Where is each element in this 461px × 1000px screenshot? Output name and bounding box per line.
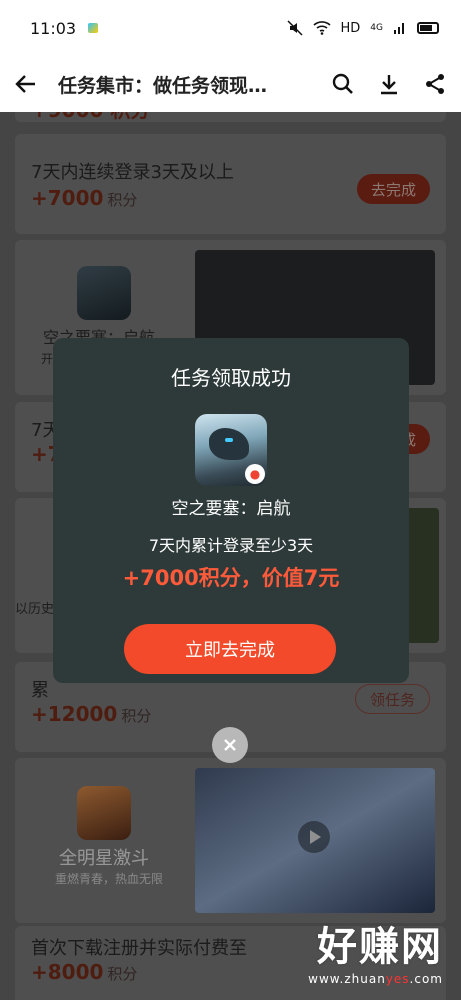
search-icon[interactable] [331,72,355,96]
signal-4g: 4G [370,23,383,33]
task-success-dialog: 任务领取成功 ● 空之要塞：启航 7天内累计登录至少3天 +7000积分，价值7… [53,338,409,683]
watermark-url: www.zhuanyes.com [308,972,443,986]
task-description: 7天内累计登录至少3天 [148,536,314,555]
network-hd: HD [340,20,361,36]
signal-icon [394,23,404,34]
dialog-title: 任务领取成功 [171,366,291,390]
battery-icon [417,22,439,34]
complete-now-button[interactable]: 立即去完成 [124,624,336,674]
back-arrow-icon[interactable] [14,72,38,96]
game-name: 空之要塞：启航 [171,499,291,519]
watermark: 好赚网 www.zhuanyes.com [308,914,443,986]
title-bar: 任务集市：做任务领现… [0,56,461,112]
game-badge-icon: ● [245,464,265,484]
status-time: 11:03 [30,18,77,38]
status-bar: 11:03 HD 4G [0,0,461,56]
status-icons: HD 4G [286,20,439,36]
page-title: 任务集市：做任务领现… [58,74,268,97]
share-icon[interactable] [423,72,447,96]
close-icon[interactable] [212,727,248,763]
watermark-main: 好赚网 [317,924,443,970]
app-notification-icon [88,23,99,33]
reward-text: +7000积分，价值7元 [122,566,340,590]
mute-icon [286,20,303,36]
wifi-icon [312,21,331,35]
game-icon: ● [195,414,267,486]
download-icon[interactable] [377,72,401,96]
